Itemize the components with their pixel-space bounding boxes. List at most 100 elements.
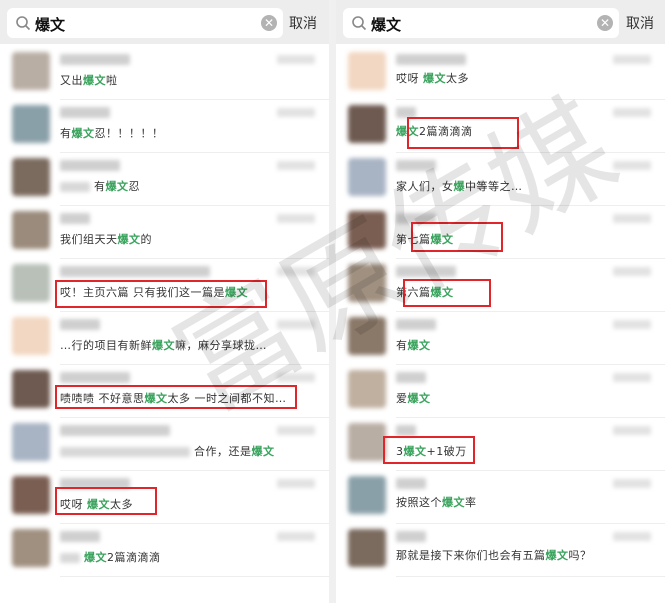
row-divider bbox=[396, 523, 665, 524]
redacted-text bbox=[60, 182, 90, 192]
annotation-box bbox=[55, 280, 267, 308]
chat-result-row[interactable]: 那就是接下来你们也会有五篇爆文吗？ bbox=[336, 525, 665, 577]
chat-result-row[interactable]: 有爆文 bbox=[336, 313, 665, 365]
avatar bbox=[348, 52, 386, 90]
redacted-text bbox=[60, 447, 190, 457]
cancel-button[interactable]: 取消 bbox=[626, 13, 654, 33]
avatar bbox=[348, 158, 386, 196]
row-divider bbox=[396, 470, 665, 471]
row-divider bbox=[60, 152, 329, 153]
message-snippet: 家人们，女爆中等等之… bbox=[396, 178, 523, 194]
search-input[interactable]: 爆文 ✕ bbox=[7, 8, 283, 38]
row-divider bbox=[60, 523, 329, 524]
keyword-highlight: 爆文 bbox=[71, 127, 95, 140]
message-snippet: …行的项目有新鲜爆文嘛，麻分享球拢… bbox=[60, 337, 267, 353]
timestamp-redacted bbox=[277, 479, 315, 488]
message-snippet: 有爆文忍 bbox=[60, 178, 140, 194]
chat-result-row[interactable]: …行的项目有新鲜爆文嘛，麻分享球拢… bbox=[0, 313, 329, 365]
keyword-highlight: 爆文 bbox=[251, 445, 275, 458]
avatar bbox=[12, 476, 50, 514]
row-divider bbox=[396, 364, 665, 365]
row-divider bbox=[396, 258, 665, 259]
avatar bbox=[348, 264, 386, 302]
sender-name-redacted bbox=[396, 319, 436, 330]
keyword-highlight: 爆文 bbox=[83, 74, 106, 87]
timestamp-redacted bbox=[613, 161, 651, 170]
row-divider bbox=[396, 417, 665, 418]
sender-name-redacted bbox=[60, 54, 130, 65]
annotation-box bbox=[55, 487, 157, 515]
message-text: 2篇滴滴滴 bbox=[107, 551, 161, 564]
timestamp-redacted bbox=[613, 426, 651, 435]
message-snippet: 爆文2篇滴滴滴 bbox=[60, 549, 161, 565]
sender-name-redacted bbox=[60, 425, 170, 436]
message-text: 吗？ bbox=[568, 549, 592, 562]
annotation-box bbox=[55, 385, 297, 409]
chat-result-row[interactable]: 哎呀 爆文太多 bbox=[336, 48, 665, 100]
sender-name-redacted bbox=[60, 319, 100, 330]
message-text: 忍！！！！！ bbox=[94, 127, 164, 140]
avatar bbox=[12, 529, 50, 567]
message-snippet: 又出爆文啦 bbox=[60, 72, 118, 88]
chat-result-row[interactable]: 合作，还是爆文 bbox=[0, 419, 329, 471]
clear-icon[interactable]: ✕ bbox=[261, 15, 277, 31]
message-snippet: 那就是接下来你们也会有五篇爆文吗？ bbox=[396, 547, 592, 563]
keyword-highlight: 爆 bbox=[453, 180, 465, 193]
search-query: 爆文 bbox=[35, 16, 66, 34]
chat-result-row[interactable]: 有爆文忍！！！！！ bbox=[0, 101, 329, 153]
annotation-box bbox=[407, 117, 519, 149]
row-divider bbox=[60, 417, 329, 418]
cancel-button[interactable]: 取消 bbox=[289, 13, 317, 33]
sender-name-redacted bbox=[396, 478, 426, 489]
chat-result-row[interactable]: 哎呀 爆文太多 bbox=[0, 472, 329, 524]
chat-result-row[interactable]: 家人们，女爆中等等之… bbox=[336, 154, 665, 206]
clear-icon[interactable]: ✕ bbox=[597, 15, 613, 31]
row-divider bbox=[396, 99, 665, 100]
timestamp-redacted bbox=[277, 108, 315, 117]
chat-result-row[interactable]: 按照这个爆文率 bbox=[336, 472, 665, 524]
row-divider bbox=[60, 205, 329, 206]
row-divider bbox=[60, 311, 329, 312]
avatar bbox=[12, 264, 50, 302]
message-text: 太多 bbox=[446, 72, 469, 85]
row-divider bbox=[60, 258, 329, 259]
message-text: 率 bbox=[465, 496, 477, 509]
avatar bbox=[12, 211, 50, 249]
timestamp-redacted bbox=[613, 108, 651, 117]
search-bar: 爆文 ✕ 取消 bbox=[0, 0, 329, 44]
search-icon bbox=[352, 16, 367, 31]
sender-name-redacted bbox=[60, 160, 120, 171]
sender-name-redacted bbox=[60, 372, 130, 383]
chat-result-row[interactable]: 爆文2篇滴滴滴 bbox=[0, 525, 329, 577]
row-divider bbox=[60, 576, 329, 577]
chat-result-row[interactable]: 又出爆文啦 bbox=[0, 48, 329, 100]
avatar bbox=[12, 317, 50, 355]
message-text: 嘛，麻分享球拢… bbox=[175, 339, 267, 352]
chat-result-row[interactable]: 爱爆文 bbox=[336, 366, 665, 418]
message-text: 有 bbox=[396, 339, 408, 352]
sender-name-redacted bbox=[396, 372, 426, 383]
chat-result-row[interactable]: 第六篇爆文 bbox=[336, 260, 665, 312]
avatar bbox=[12, 370, 50, 408]
timestamp-redacted bbox=[277, 267, 315, 276]
search-input[interactable]: 爆文 ✕ bbox=[343, 8, 619, 38]
annotation-box bbox=[411, 222, 503, 252]
sender-name-redacted bbox=[396, 425, 416, 436]
search-icon bbox=[16, 16, 31, 31]
message-text: …行的项目有新鲜 bbox=[60, 339, 152, 352]
avatar bbox=[12, 52, 50, 90]
redacted-text bbox=[60, 553, 80, 563]
chat-result-row[interactable]: 我们组天天爆文的 bbox=[0, 207, 329, 259]
keyword-highlight: 爆文 bbox=[407, 339, 431, 352]
timestamp-redacted bbox=[613, 267, 651, 276]
timestamp-redacted bbox=[613, 479, 651, 488]
sender-name-redacted bbox=[396, 54, 466, 65]
chat-result-row[interactable]: 有爆文忍 bbox=[0, 154, 329, 206]
keyword-highlight: 爆文 bbox=[545, 549, 569, 562]
row-divider bbox=[60, 99, 329, 100]
timestamp-redacted bbox=[277, 55, 315, 64]
message-text: 有 bbox=[60, 127, 72, 140]
avatar bbox=[12, 105, 50, 143]
message-text: 又出 bbox=[60, 74, 83, 87]
avatar bbox=[348, 476, 386, 514]
